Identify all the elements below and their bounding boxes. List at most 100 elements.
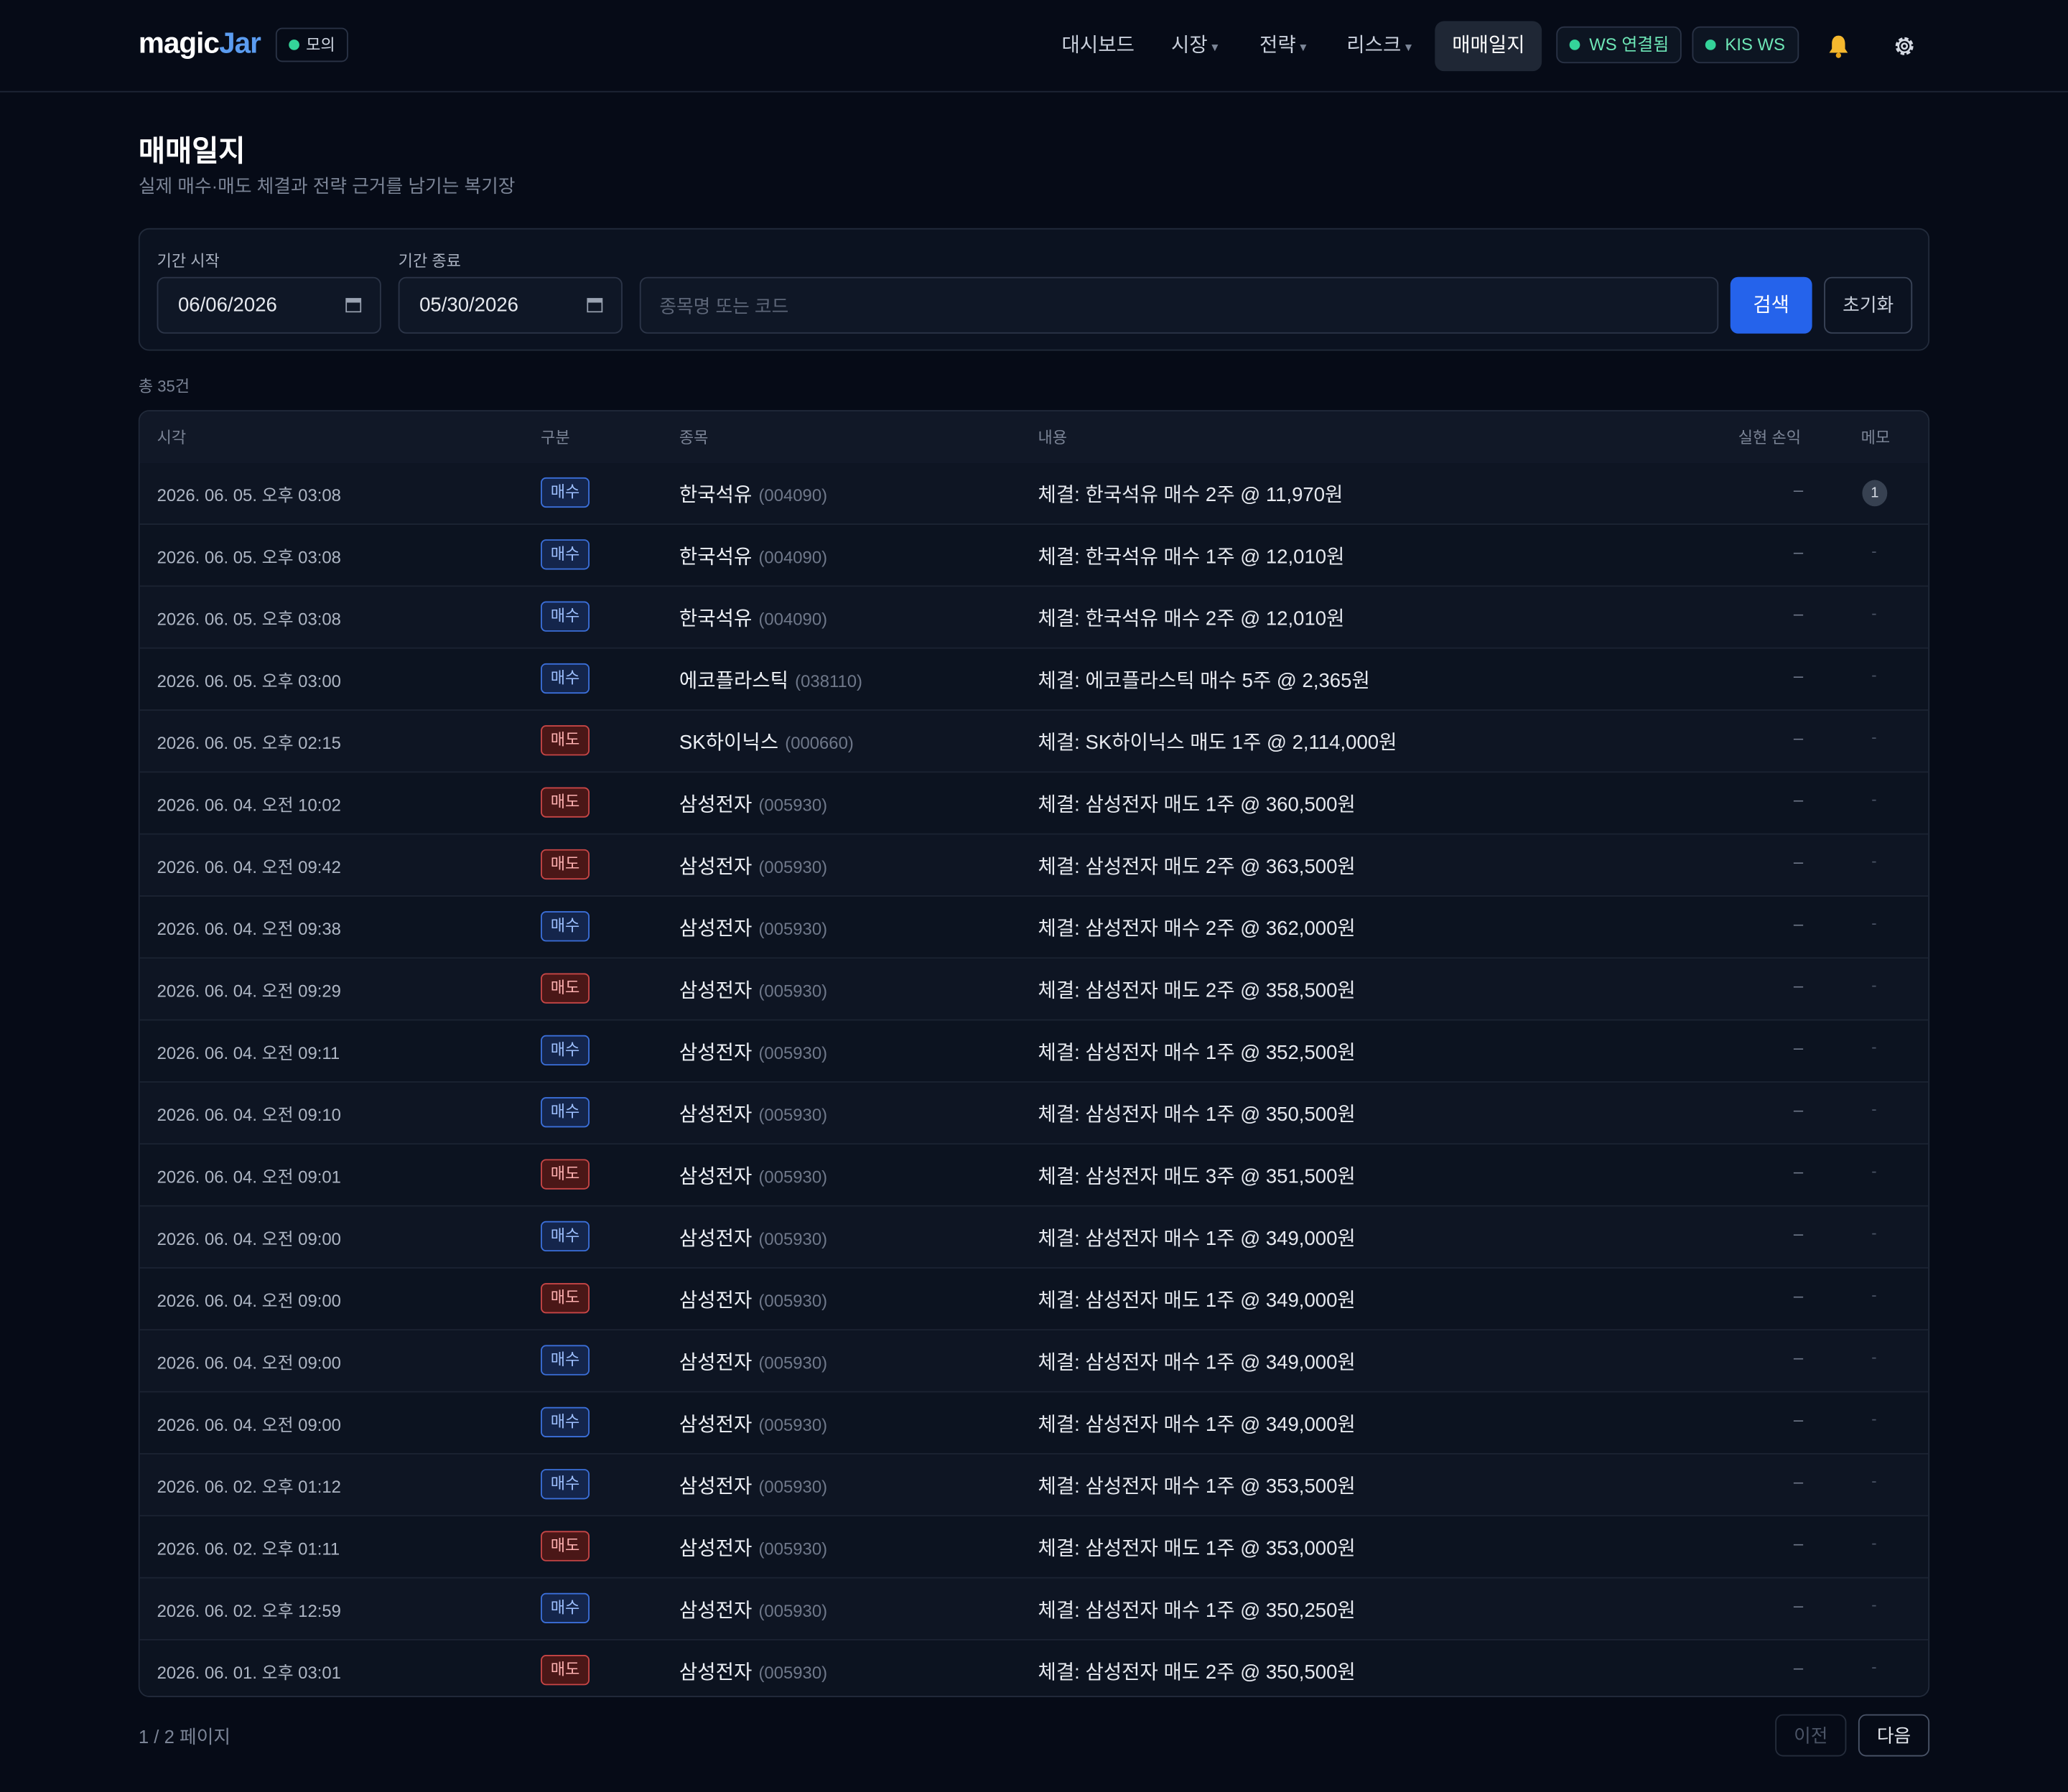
stock-cell: 삼성전자 (005930) [679,976,827,1004]
table-row[interactable]: 2026. 06. 04. 오전 09:10 매수 삼성전자 (005930) 체결: … [139,1082,1929,1145]
top-nav-bar: magicJar 모의 대시보드 시장 ▾ 전략 ▾ 리스크 ▾ 매매일지 WS 연결… [0,0,2068,93]
trade-time: 2026. 06. 04. 오전 09:10 [157,1105,341,1125]
trade-time: 2026. 06. 04. 오전 09:29 [157,981,341,1002]
nav-strategy-label: 전략 [1259,34,1296,57]
stock-name: 삼성전자 [679,1661,753,1684]
trade-content: 체결: 삼성전자 매도 2주 @ 358,500원 [1038,979,1356,1002]
chevron-down-icon: ▾ [1405,40,1412,56]
mode-status-dot-icon [289,39,299,50]
nav-strategy[interactable]: 전략 ▾ [1259,21,1306,71]
table-row[interactable]: 2026. 06. 04. 오전 09:29 매도 삼성전자 (005930) 체결: … [139,958,1929,1021]
realized-pnl: – [1793,1595,1804,1615]
column-header-pnl: 실현 손익 [1738,428,1802,447]
trade-time: 2026. 06. 05. 오후 03:08 [157,547,341,567]
realized-pnl: – [1793,913,1804,934]
gear-icon[interactable] [1890,32,1919,60]
kis-ws-label: KIS WS [1725,34,1786,55]
end-date-label: 기간 종료 [398,251,461,271]
page-root: magicJar 모의 대시보드 시장 ▾ 전략 ▾ 리스크 ▾ 매매일지 WS 연결… [0,0,2068,1792]
trade-time: 2026. 06. 04. 오전 09:38 [157,919,341,939]
trade-content: 체결: 한국석유 매수 1주 @ 12,010원 [1038,546,1345,569]
stock-name: 삼성전자 [679,1165,753,1188]
memo-empty: - [1871,1471,1877,1490]
trade-content: 체결: 에코플라스틱 매수 5주 @ 2,365원 [1038,670,1370,693]
side-badge: 매수 [541,663,590,694]
table-row[interactable]: 2026. 06. 04. 오전 09:01 매도 삼성전자 (005930) 체결: … [139,1144,1929,1207]
nav-market[interactable]: 시장 ▾ [1171,21,1218,71]
memo-empty: - [1871,790,1877,808]
stock-name: 삼성전자 [679,1041,753,1065]
prev-page-button[interactable]: 이전 [1775,1714,1847,1757]
side-badge: 매도 [541,787,590,818]
trade-content: 체결: 한국석유 매수 2주 @ 11,970원 [1038,484,1343,507]
stock-name: 한국석유 [679,607,753,630]
stock-code: (005930) [758,1228,828,1249]
side-badge: 매수 [541,1592,590,1623]
table-row[interactable]: 2026. 06. 01. 오후 03:01 매도 삼성전자 (005930) 체결: … [139,1640,1929,1696]
trade-time: 2026. 06. 04. 오전 09:00 [157,1353,341,1373]
nav-risk[interactable]: 리스크 ▾ [1346,21,1412,71]
calendar-icon[interactable] [345,297,362,313]
journal-table: 시각 구분 종목 내용 실현 손익 메모 2026. 06. 05. 오후 03… [138,410,1930,1697]
memo-empty: - [1871,851,1877,871]
table-row[interactable]: 2026. 06. 04. 오전 10:02 매도 삼성전자 (005930) 체결: … [139,773,1929,835]
memo-empty: - [1871,1099,1877,1119]
stock-search-input[interactable] [639,276,1719,334]
nav-journal[interactable]: 매매일지 [1435,21,1542,72]
realized-pnl: – [1793,604,1804,624]
stock-code: (005930) [758,1477,828,1497]
side-badge: 매도 [541,1159,590,1190]
table-row[interactable]: 2026. 06. 04. 오전 09:38 매수 삼성전자 (005930) 체결: … [139,896,1929,959]
table-row[interactable]: 2026. 06. 04. 오전 09:11 매수 삼성전자 (005930) 체결: … [139,1020,1929,1083]
column-header-memo: 메모 [1860,428,1891,447]
table-row[interactable]: 2026. 06. 02. 오후 12:59 매수 삼성전자 (005930) 체결: … [139,1578,1929,1641]
trade-time: 2026. 06. 05. 오후 03:00 [157,671,341,691]
table-row[interactable]: 2026. 06. 04. 오전 09:00 매수 삼성전자 (005930) 체결: … [139,1392,1929,1455]
table-row[interactable]: 2026. 06. 02. 오후 01:11 매도 삼성전자 (005930) 체결: … [139,1516,1929,1579]
next-page-button[interactable]: 다음 [1858,1714,1930,1757]
stock-cell: 삼성전자 (005930) [679,1037,827,1065]
side-badge: 매도 [541,1283,590,1314]
table-row[interactable]: 2026. 06. 04. 오전 09:42 매도 삼성전자 (005930) 체결: … [139,834,1929,897]
table-row[interactable]: 2026. 06. 05. 오후 03:00 매수 에코플라스틱 (038110) 체결… [139,648,1929,711]
calendar-icon[interactable] [587,297,603,313]
stock-name: 삼성전자 [679,1103,753,1126]
table-body: 2026. 06. 05. 오후 03:08 매수 한국석유 (004090) 체결: … [139,462,1929,1696]
pagination-info: 1 / 2 페이지 [138,1726,231,1747]
table-row[interactable]: 2026. 06. 04. 오전 09:00 매수 삼성전자 (005930) 체결: … [139,1330,1929,1393]
logo[interactable]: magicJar [139,27,261,61]
table-row[interactable]: 2026. 06. 05. 오후 03:08 매수 한국석유 (004090) 체결: … [139,462,1929,526]
realized-pnl: – [1793,1657,1804,1678]
stock-code: (005930) [758,1600,828,1621]
realized-pnl: – [1793,1285,1804,1306]
table-row[interactable]: 2026. 06. 05. 오후 03:08 매수 한국석유 (004090) 체결: … [139,525,1929,587]
stock-code: (005930) [758,857,828,877]
stock-cell: 에코플라스틱 (038110) [679,666,862,694]
chevron-down-icon: ▾ [1300,40,1307,56]
trade-content: 체결: 삼성전자 매수 1주 @ 349,000원 [1038,1351,1356,1374]
table-row[interactable]: 2026. 06. 04. 오전 09:00 매도 삼성전자 (005930) 체결: … [139,1268,1929,1331]
column-header-side: 구분 [541,428,570,447]
stock-name: 삼성전자 [679,1351,753,1374]
table-row[interactable]: 2026. 06. 04. 오전 09:00 매수 삼성전자 (005930) 체결: … [139,1206,1929,1269]
column-header-content: 내용 [1038,428,1068,447]
end-date-input[interactable]: 05/30/2026 [398,276,623,334]
stock-code: (000660) [785,733,854,753]
table-row[interactable]: 2026. 06. 02. 오후 01:12 매수 삼성전자 (005930) 체결: … [139,1454,1929,1517]
realized-pnl: – [1793,1348,1804,1368]
search-button[interactable]: 검색 [1730,276,1812,334]
trade-time: 2026. 06. 05. 오후 02:15 [157,733,341,753]
reset-button[interactable]: 초기화 [1824,276,1913,334]
table-row[interactable]: 2026. 06. 05. 오후 03:08 매수 한국석유 (004090) 체결: … [139,587,1929,649]
nav-journal-label: 매매일지 [1452,34,1525,57]
stock-code: (005930) [758,1291,828,1311]
memo-empty: - [1871,1534,1877,1552]
realized-pnl: – [1793,1037,1804,1058]
stock-code: (005930) [758,1414,828,1435]
start-date-input[interactable]: 06/06/2026 [157,276,381,334]
nav-dashboard[interactable]: 대시보드 [1062,21,1135,71]
stock-code: (004090) [758,485,828,505]
table-row[interactable]: 2026. 06. 05. 오후 02:15 매도 SK하이닉스 (000660) 체결… [139,710,1929,773]
bell-icon[interactable] [1824,32,1853,60]
memo-count-badge[interactable]: 1 [1862,480,1888,507]
